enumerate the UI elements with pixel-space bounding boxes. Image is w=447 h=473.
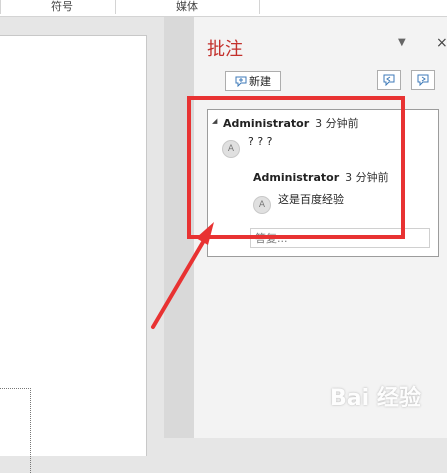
watermark: Bai 经验 xyxy=(330,386,421,411)
annotation-arrow-icon xyxy=(151,222,214,329)
